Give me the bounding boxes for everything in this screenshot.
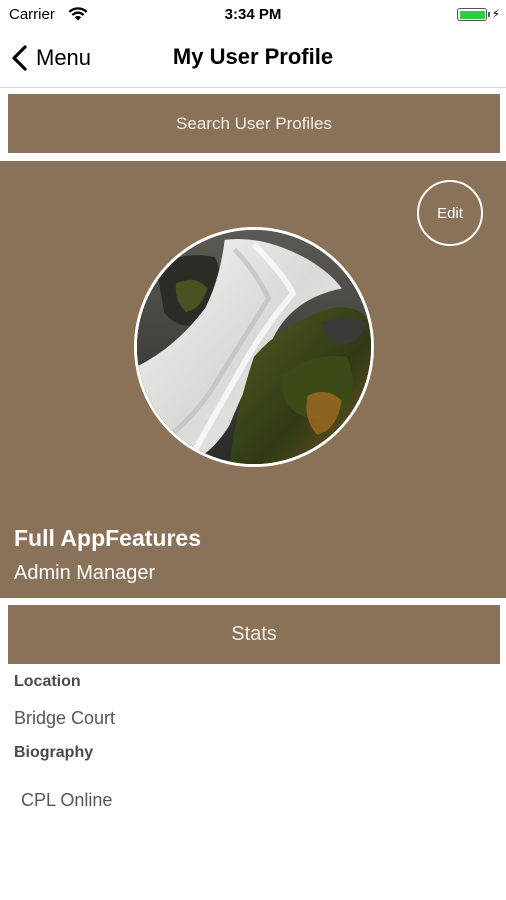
biography-value: CPL Online <box>21 790 113 810</box>
status-bar: Carrier 3:34 PM ⚡ <box>0 0 506 30</box>
edit-button[interactable]: Edit <box>417 180 483 246</box>
profile-screen: Carrier 3:34 PM ⚡ Menu My User Profile S… <box>0 0 506 900</box>
stats-button[interactable]: Stats <box>8 605 500 664</box>
battery-tip <box>488 12 490 17</box>
navigation-bar: Menu My User Profile <box>0 30 506 88</box>
location-value: Bridge Court <box>14 708 116 728</box>
profile-header: Edit Full AppFeatures Admin Manager <box>0 161 506 598</box>
battery-icon <box>457 8 487 21</box>
location-label: Location <box>14 673 81 690</box>
avatar <box>134 227 374 467</box>
avatar-waterfall-image <box>137 230 371 464</box>
profile-role: Admin Manager <box>14 562 156 584</box>
biography-label: Biography <box>14 744 94 761</box>
page-title: My User Profile <box>172 44 334 69</box>
battery-level <box>459 10 485 19</box>
clock: 3:34 PM <box>224 6 282 23</box>
profile-name: Full AppFeatures <box>14 525 201 551</box>
bolt-icon: ⚡ <box>491 7 500 21</box>
search-user-profiles-button[interactable]: Search User Profiles <box>8 94 500 153</box>
